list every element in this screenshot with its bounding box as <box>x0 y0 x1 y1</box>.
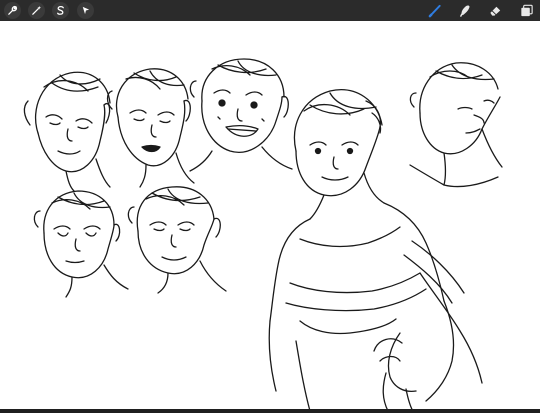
smudge-icon <box>460 5 470 17</box>
canvas-bottom-edge <box>0 409 540 413</box>
sketch-head-6 <box>127 186 227 294</box>
brush-tool[interactable] <box>427 2 444 19</box>
drawing-canvas[interactable] <box>0 21 540 413</box>
eraser-tool[interactable] <box>487 2 504 19</box>
actions-button[interactable] <box>4 2 21 19</box>
app-window <box>0 0 540 413</box>
transform-button[interactable] <box>77 2 94 19</box>
layers-icon <box>521 4 533 17</box>
arrow-cursor-icon <box>82 6 90 15</box>
adjustments-button[interactable] <box>28 2 45 19</box>
selection-s-icon <box>57 5 64 15</box>
wrench-icon <box>8 5 18 15</box>
smudge-tool[interactable] <box>457 2 474 19</box>
eraser-icon <box>490 6 501 16</box>
sketch-head-3 <box>189 58 293 172</box>
layers-tool[interactable] <box>518 2 535 19</box>
character-sketch <box>23 58 503 413</box>
top-toolbar <box>0 0 540 21</box>
sketch-full-figure <box>268 89 483 413</box>
sketch-head-5 <box>33 190 129 298</box>
brush-icon <box>428 4 441 18</box>
selection-button[interactable] <box>52 2 69 19</box>
sketch-head-2 <box>106 68 195 188</box>
sketch-head-4 <box>409 62 503 188</box>
sketch-head-1 <box>23 71 111 192</box>
magic-wand-icon <box>32 5 42 15</box>
